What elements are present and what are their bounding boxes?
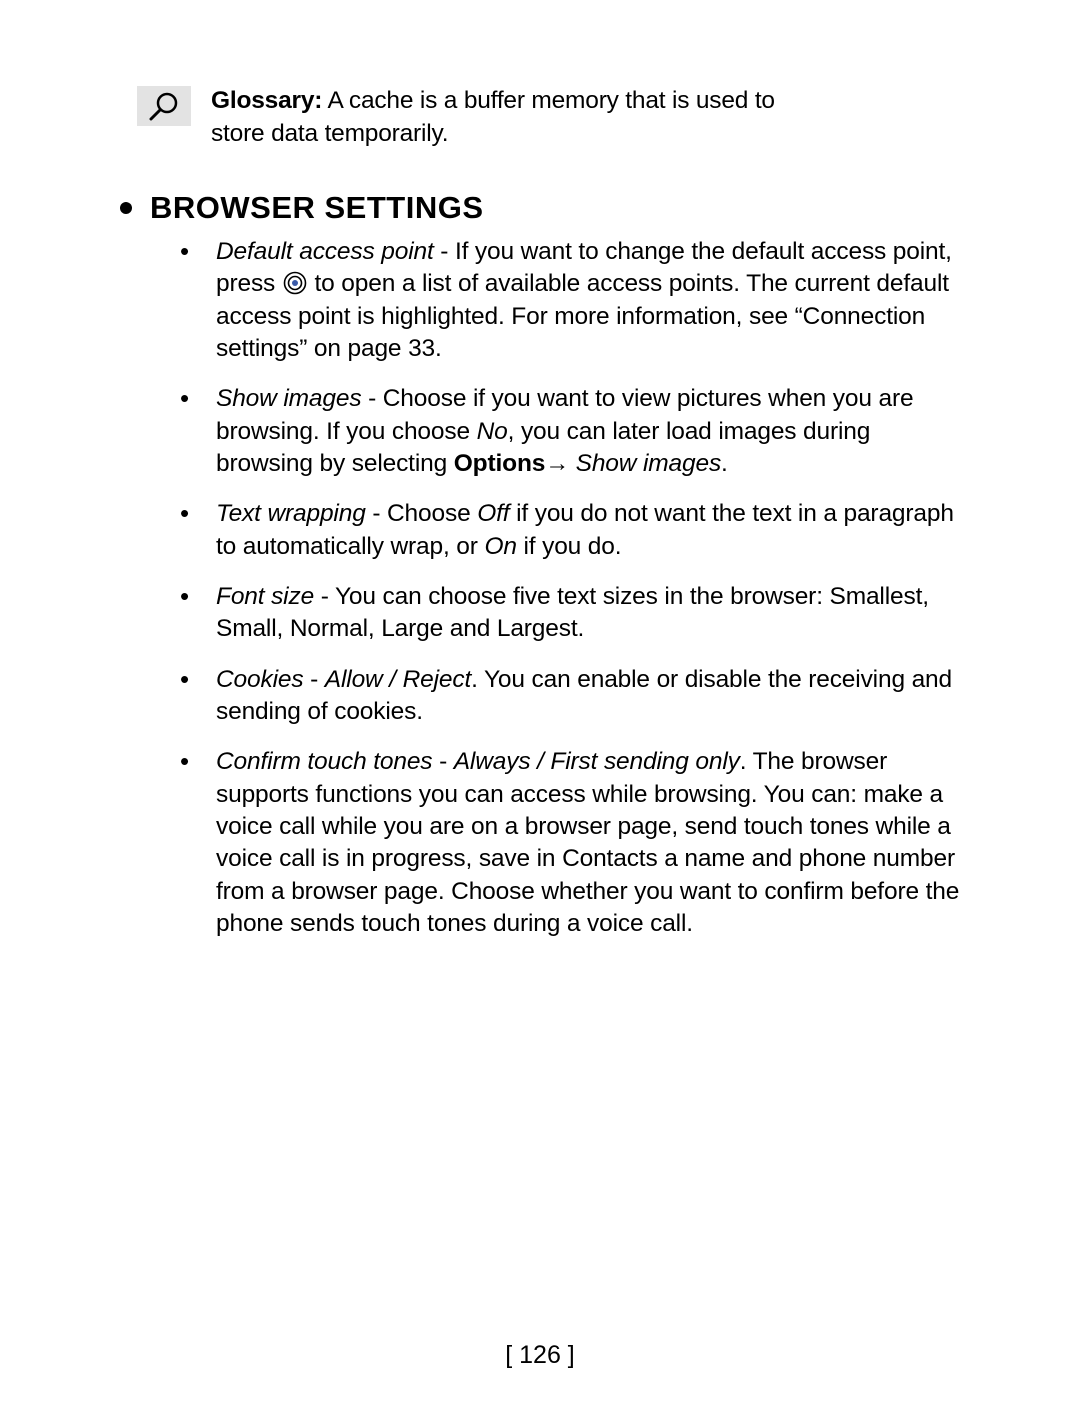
text-segment: . [721,450,728,477]
item-show-images: Show images - Choose if you want to view… [180,383,960,480]
manual-page: Glossary: A cache is a buffer memory tha… [0,0,1080,1412]
heading-bullet-icon [120,202,132,214]
value-show-images: Show images [576,450,721,477]
term-cookies: Cookies [216,666,303,693]
arrow-icon: → [545,450,575,477]
glossary-block: Glossary: A cache is a buffer memory tha… [137,84,960,150]
term-confirm-touch-tones: Confirm touch tones [216,748,432,775]
value-off: Off [477,500,509,527]
text-segment: - Choose [366,500,478,527]
item-confirm-touch-tones: Confirm touch tones - Always / First sen… [180,746,960,940]
value-confirm-touch-tones: Always / First sending only [454,748,740,775]
text-segment: - You can choose five text sizes in the … [216,583,929,642]
term-text-wrapping: Text wrapping [216,500,366,527]
settings-list: Default access point - If you want to ch… [120,236,960,940]
term-show-images: Show images [216,385,361,412]
glossary-text: Glossary: A cache is a buffer memory tha… [211,84,831,150]
label-options: Options [454,450,546,477]
value-cookies: Allow / Reject [325,666,471,693]
text-segment: to open a list of available access point… [216,270,949,362]
text-segment: - [303,666,324,693]
value-no: No [477,418,508,445]
section-heading: BROWSER SETTINGS [120,190,960,226]
magnifier-icon [137,86,191,126]
text-segment: . The browser supports functions you can… [216,748,959,937]
item-text-wrapping: Text wrapping - Choose Off if you do not… [180,498,960,563]
term-default-access-point: Default access point [216,238,434,265]
text-segment: if you do. [517,533,622,560]
value-on: On [484,533,516,560]
text-segment: - [432,748,453,775]
item-font-size: Font size - You can choose five text siz… [180,581,960,646]
heading-text: BROWSER SETTINGS [150,190,484,226]
glossary-label: Glossary: [211,87,322,114]
joystick-icon [282,270,308,296]
term-font-size: Font size [216,583,314,610]
item-default-access-point: Default access point - If you want to ch… [180,236,960,365]
item-cookies: Cookies - Allow / Reject. You can enable… [180,664,960,729]
page-number: [ 126 ] [0,1341,1080,1370]
